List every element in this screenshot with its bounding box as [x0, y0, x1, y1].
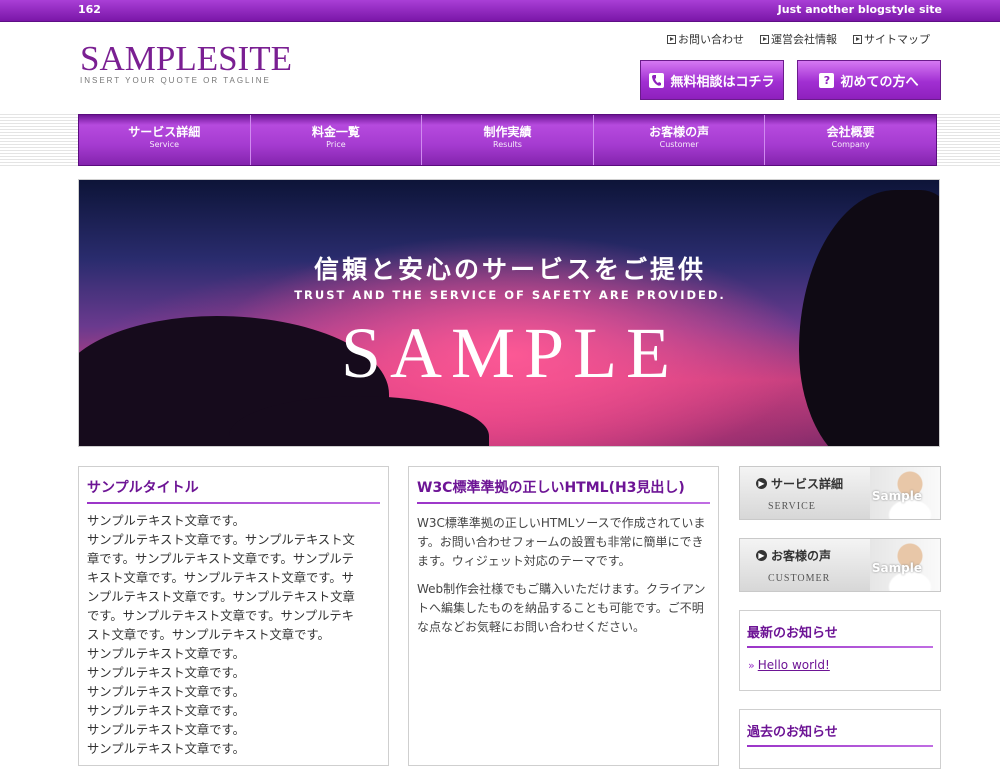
- chevron-right-icon: »: [748, 659, 755, 672]
- text-line: サンプルテキスト文章です。サンプルテキスト文: [87, 533, 355, 547]
- text-line: スト文章です。サンプルテキスト文章です。: [87, 628, 330, 642]
- top-bar: 162 Just another blogstyle site: [0, 0, 1000, 22]
- header-link-label: 運営会社情報: [771, 33, 837, 46]
- nav-item-results[interactable]: 制作実績 Results: [422, 115, 594, 165]
- content-box-w3c: W3C標準準拠の正しいHTML(H3見出し) W3C標準準拠の正しいHTMLソー…: [408, 466, 719, 766]
- play-square-icon: [667, 34, 676, 44]
- site-logo[interactable]: SAMPLESITE INSERT YOUR QUOTE OR TAGLINE: [80, 39, 292, 86]
- nav-item-sublabel: Customer: [659, 140, 699, 149]
- news-link-label[interactable]: Hello world!: [758, 658, 830, 672]
- banner-title-row: ▶ サービス詳細: [756, 475, 843, 492]
- text-line: サンプルテキスト文章です。: [87, 723, 245, 737]
- text-line: ンプルテキスト文章です。サンプルテキスト文章: [87, 590, 355, 604]
- banner-photo-label: Sample: [871, 561, 922, 575]
- hero-big-text: SAMPLE: [340, 313, 680, 393]
- button-label: 無料相談はコチラ: [670, 74, 775, 90]
- text-line: サンプルテキスト文章です。: [87, 647, 245, 661]
- nav-item-customer[interactable]: お客様の声 Customer: [594, 115, 766, 165]
- text-line: サンプルテキスト文章です。: [87, 704, 245, 718]
- paragraph: Web制作会社様でもご購入いただけます。クライアントへ編集したものを納品すること…: [417, 582, 706, 634]
- widget-title: 最新のお知らせ: [747, 626, 838, 641]
- title-rule: [747, 745, 933, 747]
- banner-title: お客様の声: [771, 549, 832, 563]
- text-line: サンプルテキスト文章です。: [87, 666, 245, 680]
- text-line: です。サンプルテキスト文章です。サンプルテキ: [87, 609, 354, 623]
- top-bar-number: 162: [78, 3, 101, 16]
- latest-news-widget: 最新のお知らせ » Hello world!: [739, 610, 941, 691]
- hero-banner: 信頼と安心のサービスをご提供 TRUST AND THE SERVICE OF …: [78, 179, 940, 447]
- content-box-sample: サンプルタイトル サンプルテキスト文章です。 サンプルテキスト文章です。サンプル…: [78, 466, 389, 766]
- banner-title: サービス詳細: [771, 477, 844, 491]
- header-link-sitemap[interactable]: サイトマップ: [853, 31, 930, 47]
- nav-item-label: 会社概要: [826, 125, 875, 139]
- nav-item-company[interactable]: 会社概要 Company: [765, 115, 936, 165]
- free-consultation-button[interactable]: 無料相談はコチラ: [640, 60, 784, 100]
- paragraph: W3C標準準拠の正しいHTMLソースで作成されています。お問い合わせフォームの設…: [417, 516, 706, 568]
- phone-icon: [649, 72, 665, 88]
- header-links: お問い合わせ 運営会社情報 サイトマップ: [667, 31, 930, 47]
- header-link-label: サイトマップ: [864, 33, 930, 46]
- arrow-right-icon: ▶: [756, 550, 767, 561]
- nav-item-sublabel: Service: [149, 140, 180, 149]
- header-link-company[interactable]: 運営会社情報: [760, 31, 837, 47]
- nav-item-sublabel: Price: [326, 140, 346, 149]
- nav-item-price[interactable]: 料金一覧 Price: [251, 115, 423, 165]
- customer-banner[interactable]: Sample ▶ お客様の声 CUSTOMER: [739, 538, 941, 592]
- hero-subline: TRUST AND THE SERVICE OF SAFETY ARE PROV…: [294, 288, 726, 302]
- play-square-icon: [760, 34, 769, 44]
- site-description: Just another blogstyle site: [777, 3, 942, 16]
- nav-item-label: お客様の声: [649, 125, 710, 139]
- past-news-widget: 過去のお知らせ: [739, 709, 941, 769]
- box-body: W3C標準準拠の正しいHTMLソースで作成されています。お問い合わせフォームの設…: [409, 504, 718, 656]
- logo-tagline: INSERT YOUR QUOTE OR TAGLINE: [80, 76, 271, 85]
- banner-title-row: ▶ お客様の声: [756, 547, 831, 564]
- banner-subtitle: CUSTOMER: [768, 573, 831, 584]
- box-title: サンプルタイトル: [87, 480, 199, 496]
- nav-item-service[interactable]: サービス詳細 Service: [79, 115, 251, 165]
- button-label: 初めての方へ: [840, 74, 919, 90]
- question-icon: ?: [819, 72, 835, 88]
- header-link-label: お問い合わせ: [678, 33, 744, 46]
- logo-name: SAMPLESITE: [80, 39, 292, 78]
- text-line: サンプルテキスト文章です。: [87, 514, 245, 528]
- play-square-icon: [853, 34, 862, 44]
- header-link-contact[interactable]: お問い合わせ: [667, 31, 744, 47]
- banner-subtitle: SERVICE: [768, 501, 816, 512]
- nav-item-label: 制作実績: [483, 125, 532, 139]
- news-link-item[interactable]: » Hello world!: [740, 648, 940, 682]
- hero-headline: 信頼と安心のサービスをご提供: [313, 255, 706, 284]
- box-title: W3C標準準拠の正しいHTML(H3見出し): [417, 480, 685, 496]
- first-time-button[interactable]: ? 初めての方へ: [797, 60, 941, 100]
- text-line: 章です。サンプルテキスト文章です。サンプルテ: [87, 552, 354, 566]
- box-body: サンプルテキスト文章です。 サンプルテキスト文章です。サンプルテキスト文 章です…: [79, 504, 388, 767]
- nav-item-sublabel: Results: [493, 140, 522, 149]
- service-banner[interactable]: Sample ▶ サービス詳細 SERVICE: [739, 466, 941, 520]
- widget-title: 過去のお知らせ: [747, 725, 838, 740]
- nav-item-label: サービス詳細: [128, 125, 201, 139]
- nav-item-label: 料金一覧: [311, 125, 360, 139]
- nav-item-sublabel: Company: [831, 140, 870, 149]
- banner-photo-label: Sample: [871, 489, 922, 503]
- arrow-right-icon: ▶: [756, 478, 767, 489]
- text-line: キスト文章です。サンプルテキスト文章です。サ: [87, 571, 354, 585]
- global-nav: サービス詳細 Service 料金一覧 Price 制作実績 Results お…: [78, 114, 937, 166]
- text-line: サンプルテキスト文章です。: [87, 685, 245, 699]
